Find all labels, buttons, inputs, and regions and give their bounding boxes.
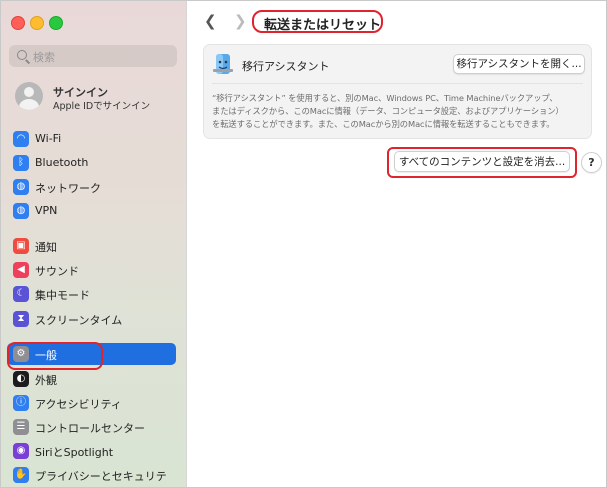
- accessibility-icon: ⓘ: [13, 395, 29, 411]
- annotation-highlight-general: [7, 342, 103, 370]
- sidebar-item[interactable]: ◐ 外観: [7, 368, 176, 390]
- sidebar-item-label: コントロールセンター: [35, 422, 145, 435]
- sidebar-item-label: 通知: [35, 241, 57, 254]
- zoom-window-button[interactable]: [49, 16, 63, 30]
- sidebar-item[interactable]: ▣ 通知: [7, 235, 176, 257]
- migration-assistant-icon: [213, 54, 233, 74]
- privacy-hand-icon: ✋: [13, 467, 29, 483]
- sound-icon: ◀: [13, 262, 29, 278]
- search-input[interactable]: 検索: [9, 45, 177, 67]
- search-placeholder: 検索: [33, 51, 55, 64]
- divider: [212, 83, 583, 84]
- sidebar-item-label: 外観: [35, 374, 57, 387]
- sidebar-item-label: VPN: [35, 204, 58, 217]
- back-chevron-icon[interactable]: ❮: [204, 12, 217, 30]
- system-settings-window: 検索 サインイン Apple IDでサインイン ◠ Wi-Fi ᛒ Bluetooth…: [0, 0, 607, 488]
- sidebar-item[interactable]: ☾ 集中モード: [7, 283, 176, 305]
- sidebar-item-label: スクリーンタイム: [35, 314, 123, 327]
- sidebar-item-label: ネットワーク: [35, 182, 101, 195]
- sidebar-item-label: SiriとSpotlight: [35, 446, 114, 459]
- sidebar-item[interactable]: ⧗ スクリーンタイム: [7, 308, 176, 330]
- open-migration-assistant-button[interactable]: 移行アシスタントを開く...: [453, 54, 585, 74]
- network-icon: ◍: [13, 179, 29, 195]
- sidebar-item[interactable]: ◠ Wi-Fi: [7, 128, 176, 150]
- main-pane: ❮ ❯ 転送またはリセット 移行アシスタント 移行アシスタントを開く... “移…: [187, 1, 606, 487]
- wifi-icon: ◠: [13, 131, 29, 147]
- account-subtitle: Apple IDでサインイン: [53, 101, 151, 112]
- description-line: またはディスクから、このMacに情報（データ、コンピュータ設定、およびアプリケー…: [212, 106, 564, 116]
- search-icon: [17, 50, 27, 60]
- sidebar-item-label: Bluetooth: [35, 156, 89, 169]
- description-line: “移行アシスタント” を使用すると、別のMac、Windows PC、Time …: [212, 93, 558, 103]
- sidebar-item[interactable]: ◍ ネットワーク: [7, 176, 176, 198]
- avatar: [15, 82, 43, 110]
- sidebar-item[interactable]: ✋ プライバシーとセキュリティ: [7, 464, 176, 487]
- sidebar-item-label: Wi-Fi: [35, 132, 62, 145]
- screen-time-icon: ⧗: [13, 311, 29, 327]
- sidebar-item-label: プライバシーとセキュリティ: [35, 470, 167, 487]
- focus-icon: ☾: [13, 286, 29, 302]
- vpn-icon: ◍: [13, 203, 29, 219]
- bluetooth-icon: ᛒ: [13, 155, 29, 171]
- annotation-highlight-erase: [387, 147, 577, 178]
- sidebar-item[interactable]: ᛒ Bluetooth: [7, 152, 176, 174]
- migration-group: 移行アシスタント 移行アシスタントを開く... “移行アシスタント” を使用する…: [203, 44, 592, 139]
- sidebar-item[interactable]: ◀ サウンド: [7, 259, 176, 281]
- migration-assistant-label: 移行アシスタント: [242, 60, 330, 73]
- sidebar-item[interactable]: ⓘ アクセシビリティ: [7, 392, 176, 414]
- close-window-button[interactable]: [11, 16, 25, 30]
- control-center-icon: ☰: [13, 419, 29, 435]
- help-button[interactable]: ?: [581, 152, 602, 173]
- sidebar-item-label: サウンド: [35, 265, 79, 278]
- sidebar-item-label: アクセシビリティ: [35, 398, 122, 411]
- sidebar: 検索 サインイン Apple IDでサインイン ◠ Wi-Fi ᛒ Bluetooth…: [1, 1, 187, 487]
- sidebar-item-label: 集中モード: [35, 289, 90, 302]
- siri-icon: ◉: [13, 443, 29, 459]
- migration-description: “移行アシスタント” を使用すると、別のMac、Windows PC、Time …: [212, 92, 587, 131]
- description-line: を転送することができます。また、このMacから別のMacに情報を転送することもで…: [212, 119, 555, 129]
- annotation-highlight-title: [252, 10, 383, 33]
- sidebar-item[interactable]: ◉ SiriとSpotlight: [7, 440, 176, 462]
- sidebar-item[interactable]: ☰ コントロールセンター: [7, 416, 176, 438]
- minimize-window-button[interactable]: [30, 16, 44, 30]
- sidebar-item[interactable]: ◍ VPN: [7, 200, 176, 222]
- notifications-icon: ▣: [13, 238, 29, 254]
- forward-chevron-icon[interactable]: ❯: [234, 12, 247, 30]
- apple-id-account[interactable]: サインイン Apple IDでサインイン: [15, 82, 180, 114]
- appearance-icon: ◐: [13, 371, 29, 387]
